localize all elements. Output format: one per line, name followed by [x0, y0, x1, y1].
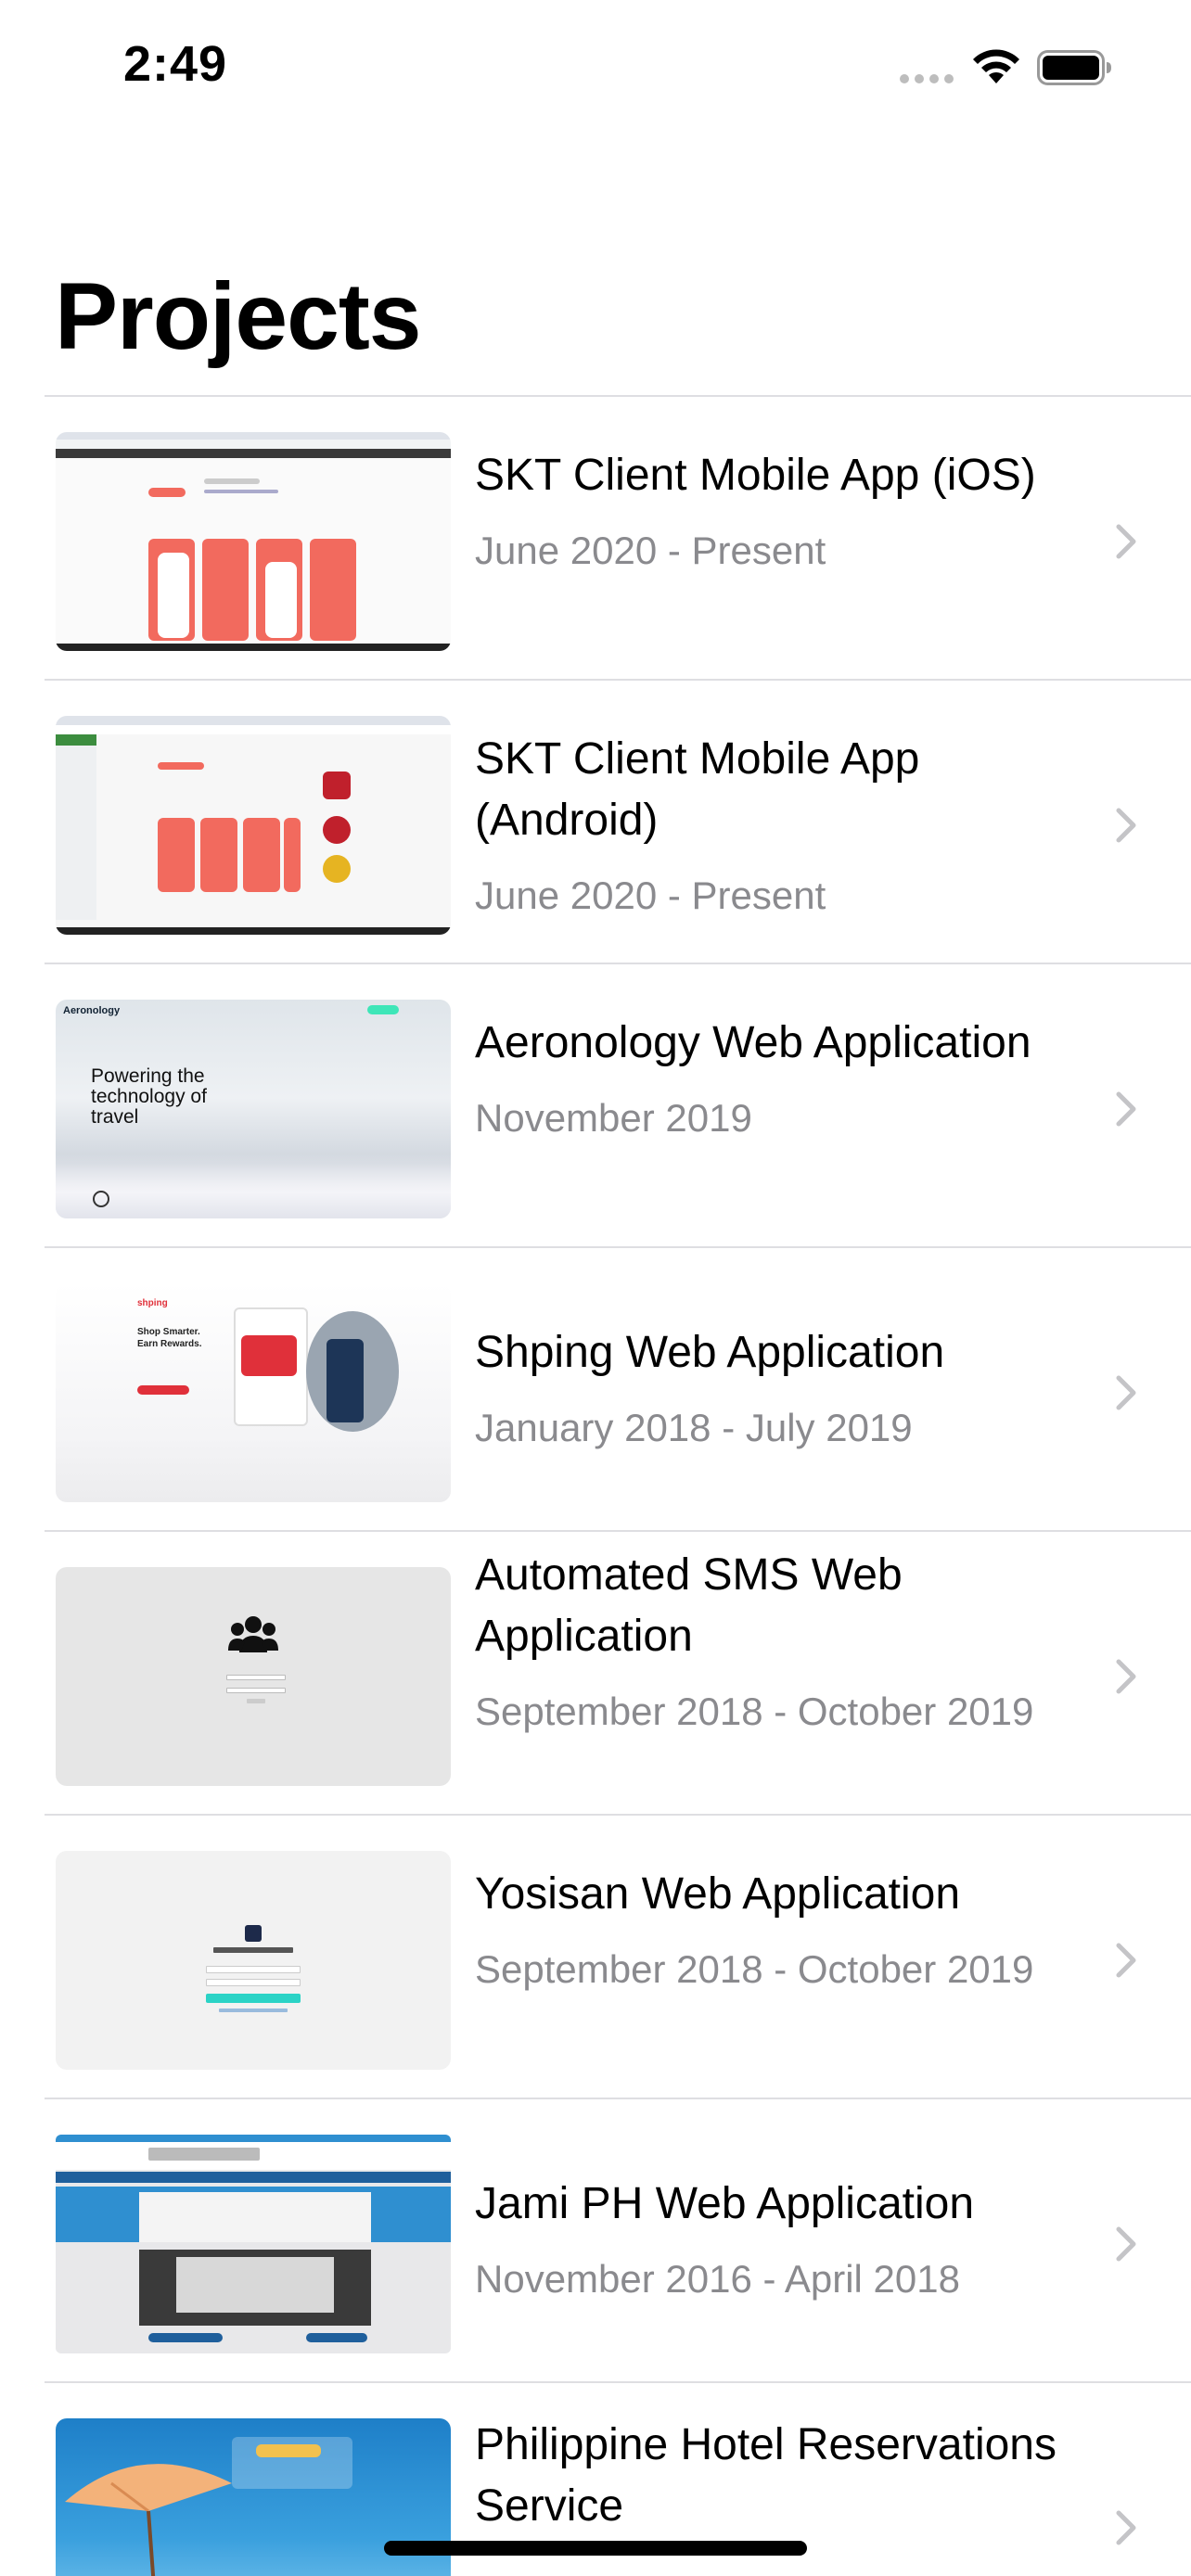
thumb-brand: Aeronology	[63, 1005, 121, 1016]
thumb-headline: Powering the technology of travel	[91, 1065, 207, 1128]
project-text: Yosisan Web Application September 2018 -…	[475, 1864, 1106, 1997]
thumb-headline: Shop Smarter. Earn Rewards.	[137, 1327, 202, 1349]
chevron-right-icon	[1116, 808, 1136, 843]
projects-list: SKT Client Mobile App (iOS) June 2020 - …	[45, 395, 1191, 2576]
screen: 2:49 Projects SKT Client Mobile App (iOS…	[0, 0, 1191, 2576]
project-thumbnail: shping Shop Smarter. Earn Rewards.	[56, 1283, 451, 1502]
home-indicator[interactable]	[384, 2541, 807, 2556]
project-thumbnail	[56, 716, 451, 935]
project-row-skt-ios[interactable]: SKT Client Mobile App (iOS) June 2020 - …	[45, 395, 1191, 679]
cellular-signal-icon	[900, 74, 955, 85]
project-title: Yosisan Web Application	[475, 1869, 961, 1919]
project-date: September 2018 - October 2019	[475, 1947, 1034, 1991]
project-text: SKT Client Mobile App (Android) June 202…	[475, 729, 1106, 924]
chevron-right-icon	[1116, 524, 1136, 559]
page-title: Projects	[55, 263, 422, 369]
chevron-right-icon	[1116, 1943, 1136, 1978]
project-title: SKT Client Mobile App (Android)	[475, 734, 920, 845]
project-text: Jami PH Web Application November 2016 - …	[475, 2174, 1106, 2307]
project-title: SKT Client Mobile App (iOS)	[475, 451, 1036, 500]
status-bar: 2:49	[0, 0, 1191, 130]
project-thumbnail	[56, 432, 451, 651]
status-time: 2:49	[123, 36, 228, 92]
chevron-right-icon	[1116, 2226, 1136, 2262]
project-row-aeronology[interactable]: Aeronology Powering the technology of tr…	[45, 963, 1191, 1246]
beach-umbrella-icon	[65, 2464, 232, 2576]
project-text: Philippine Hotel Reservations Service	[475, 2415, 1106, 2554]
project-row-skt-android[interactable]: SKT Client Mobile App (Android) June 202…	[45, 679, 1191, 963]
project-row-shping[interactable]: shping Shop Smarter. Earn Rewards. Shpin…	[45, 1246, 1191, 1530]
project-text: Shping Web Application January 2018 - Ju…	[475, 1322, 1106, 1456]
project-title: Jami PH Web Application	[475, 2179, 975, 2228]
chevron-right-icon	[1116, 1659, 1136, 1694]
project-thumbnail	[56, 1567, 451, 1786]
wifi-icon	[973, 49, 1019, 83]
project-date: September 2018 - October 2019	[475, 1690, 1034, 1733]
project-date: November 2019	[475, 1096, 752, 1140]
project-thumbnail	[56, 1851, 451, 2070]
project-date: January 2018 - July 2019	[475, 1406, 913, 1449]
project-text: SKT Client Mobile App (iOS) June 2020 - …	[475, 445, 1106, 579]
battery-icon	[1037, 50, 1111, 85]
project-row-jami-ph[interactable]: Jami PH Web Application November 2016 - …	[45, 2098, 1191, 2381]
project-title: Philippine Hotel Reservations Service	[475, 2420, 1057, 2531]
project-thumbnail: Aeronology Powering the technology of tr…	[56, 1000, 451, 1218]
project-text: Automated SMS Web Application September …	[475, 1545, 1106, 1740]
chevron-right-icon	[1116, 1091, 1136, 1127]
project-date: June 2020 - Present	[475, 529, 826, 572]
users-group-icon	[228, 1616, 278, 1652]
chevron-right-icon	[1116, 2510, 1136, 2545]
project-date: November 2016 - April 2018	[475, 2257, 960, 2301]
project-text: Aeronology Web Application November 2019	[475, 1013, 1106, 1146]
project-title: Shping Web Application	[475, 1328, 945, 1377]
thumb-brand: shping	[137, 1298, 168, 1308]
project-row-yosisan[interactable]: Yosisan Web Application September 2018 -…	[45, 1814, 1191, 2098]
project-row-automated-sms[interactable]: Automated SMS Web Application September …	[45, 1530, 1191, 1814]
chevron-right-icon	[1116, 1375, 1136, 1410]
project-title: Automated SMS Web Application	[475, 1550, 903, 1661]
project-date: June 2020 - Present	[475, 874, 826, 917]
project-thumbnail	[56, 2135, 451, 2353]
project-title: Aeronology Web Application	[475, 1018, 1031, 1067]
